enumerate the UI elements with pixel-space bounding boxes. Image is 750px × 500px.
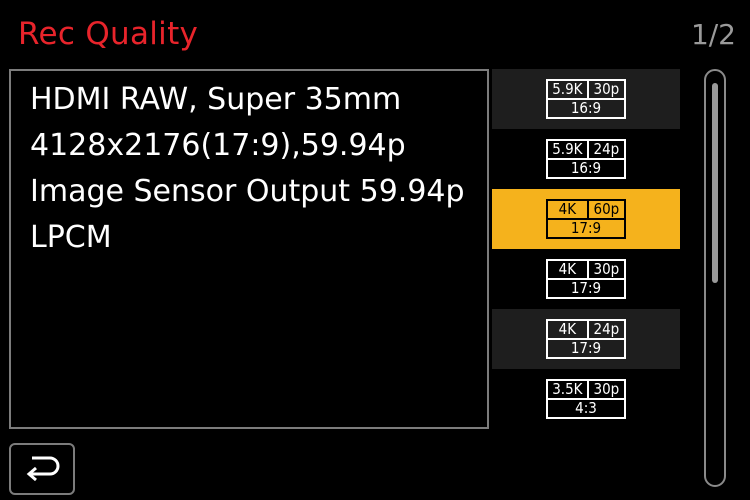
page-indicator: 1/2: [690, 18, 736, 51]
back-button[interactable]: [9, 443, 75, 495]
info-line-audio: LPCM: [30, 220, 112, 255]
quality-badge: 4K 30p 17:9: [546, 259, 626, 299]
badge-resolution: 5.9K: [548, 81, 589, 98]
badge-aspect: 17:9: [570, 339, 602, 357]
badge-resolution: 5.9K: [548, 141, 589, 158]
option-row[interactable]: 4K 24p 17:9: [492, 309, 680, 369]
badge-aspect: 16:9: [570, 99, 602, 117]
info-line-output: HDMI RAW, Super 35mm: [30, 82, 402, 117]
badge-resolution: 3.5K: [548, 381, 589, 398]
badge-framerate: 30p: [593, 260, 620, 278]
rec-quality-list: 5.9K 30p 16:9 5.9K 24p 16:9 4K 60p 17:9 …: [492, 69, 680, 429]
badge-resolution: 4K: [548, 201, 589, 218]
info-line-sensor: Image Sensor Output 59.94p: [30, 174, 465, 209]
option-row-selected[interactable]: 4K 60p 17:9: [492, 189, 680, 249]
option-row[interactable]: 4K 30p 17:9: [492, 249, 680, 309]
quality-badge: 5.9K 30p 16:9: [546, 79, 626, 119]
badge-framerate: 24p: [593, 320, 620, 338]
badge-framerate: 24p: [593, 140, 620, 158]
option-row[interactable]: 3.5K 30p 4:3: [492, 369, 680, 429]
badge-aspect: 16:9: [570, 159, 602, 177]
badge-framerate: 60p: [593, 200, 620, 218]
scrollbar[interactable]: [704, 69, 726, 487]
scroll-thumb[interactable]: [712, 83, 718, 283]
quality-badge: 4K 24p 17:9: [546, 319, 626, 359]
badge-framerate: 30p: [593, 380, 620, 398]
quality-badge: 3.5K 30p 4:3: [546, 379, 626, 419]
badge-aspect: 4:3: [575, 399, 597, 417]
badge-resolution: 4K: [548, 321, 589, 338]
badge-aspect: 17:9: [570, 279, 602, 297]
badge-resolution: 4K: [548, 261, 589, 278]
badge-aspect: 17:9: [570, 219, 602, 237]
quality-badge: 5.9K 24p 16:9: [546, 139, 626, 179]
badge-framerate: 30p: [593, 80, 620, 98]
return-arrow-icon: [22, 452, 62, 486]
quality-badge: 4K 60p 17:9: [546, 199, 626, 239]
info-line-resolution: 4128x2176(17:9),59.94p: [30, 128, 406, 163]
option-row[interactable]: 5.9K 24p 16:9: [492, 129, 680, 189]
option-row[interactable]: 5.9K 30p 16:9: [492, 69, 680, 129]
page-title: Rec Quality: [18, 16, 199, 52]
info-panel: HDMI RAW, Super 35mm 4128x2176(17:9),59.…: [9, 69, 489, 429]
